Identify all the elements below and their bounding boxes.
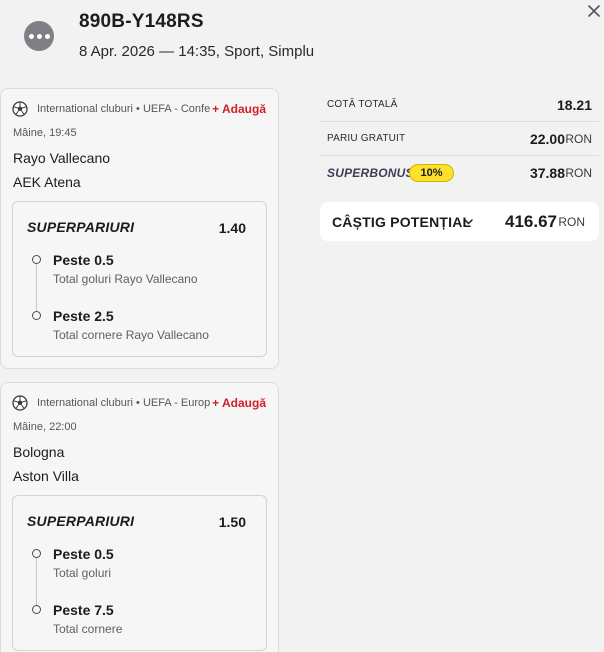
league-row: International cluburi • UEFA - Conferenc… (12, 101, 266, 117)
selection-bullet-icon (32, 255, 41, 264)
home-team: Rayo Vallecano (13, 150, 111, 166)
event-card: International cluburi • UEFA - Europa Le… (0, 382, 279, 652)
selection-market: Total goluri Rayo Vallecano (53, 272, 198, 286)
total-odds-value: 18.21 (556, 97, 592, 113)
selection-name: Peste 0.5 (53, 252, 114, 268)
free-bet-label: PARIU GRATUIT (327, 133, 406, 144)
superpariuri-box: SUPERPARIURI 1.40 Peste 0.5 Total goluri… (12, 201, 267, 357)
superpariuri-box: SUPERPARIURI 1.50 Peste 0.5 Total goluri… (12, 495, 267, 651)
soccer-ball-icon (12, 395, 28, 411)
potential-win-label: CÂȘTIG POTENȚIAL (332, 214, 472, 230)
superpariuri-title: SUPERPARIURI (27, 513, 135, 529)
superpariuri-odd: 1.50 (218, 514, 246, 530)
add-button[interactable]: + Adaugă (210, 396, 266, 410)
away-team: Aston Villa (13, 468, 79, 484)
ticket-header: 890B-Y148RS 8 Apr. 2026 — 14:35, Sport, … (0, 0, 604, 86)
superpariuri-odd: 1.40 (218, 220, 246, 236)
superbonus-currency: RON (565, 166, 592, 180)
selection-name: Peste 7.5 (53, 602, 114, 618)
total-odds-row: COTĂ TOTALĂ 18.21 (320, 88, 599, 122)
selection-bullet-icon (32, 311, 41, 320)
free-bet-currency: RON (565, 132, 592, 146)
more-options-icon[interactable] (24, 21, 54, 51)
add-button[interactable]: + Adaugă (210, 102, 266, 116)
superbonus-label: SUPERBONUS (327, 166, 414, 180)
selection-bullet-icon (32, 549, 41, 558)
match-time: Mâine, 22:00 (13, 421, 77, 433)
match-time: Mâine, 19:45 (13, 127, 77, 139)
selection-market: Total cornere (53, 622, 123, 636)
home-team: Bologna (13, 444, 65, 460)
free-bet-value: 22.00 (529, 131, 565, 147)
ticket-meta: 8 Apr. 2026 — 14:35, Sport, Simplu (79, 43, 315, 60)
free-bet-row: PARIU GRATUIT 22.00 RON (320, 122, 599, 156)
superbonus-value: 37.88 (529, 165, 565, 181)
selection-name: Peste 0.5 (53, 546, 114, 562)
ticket-id: 890B-Y148RS (79, 11, 204, 32)
potential-win-panel[interactable]: CÂȘTIG POTENȚIAL 416.67 RON (320, 202, 599, 241)
soccer-ball-icon (12, 101, 28, 117)
total-odds-label: COTĂ TOTALĂ (327, 99, 398, 110)
selection-name: Peste 2.5 (53, 308, 114, 324)
selection-market: Total goluri (53, 566, 112, 580)
superbonus-badge: 10% (409, 164, 454, 182)
close-icon[interactable] (585, 2, 603, 20)
potential-win-currency: RON (558, 215, 585, 229)
selection-bullet-icon (32, 605, 41, 614)
potential-win-value: 416.67 (505, 212, 557, 231)
league-row: International cluburi • UEFA - Europa Le… (12, 395, 266, 411)
chevron-down-icon[interactable] (463, 216, 474, 227)
selection-market: Total cornere Rayo Vallecano (53, 328, 209, 342)
superbonus-row: SUPERBONUS 10% 37.88 RON (320, 156, 599, 190)
superpariuri-title: SUPERPARIURI (27, 219, 135, 235)
event-card: International cluburi • UEFA - Conferenc… (0, 88, 279, 369)
away-team: AEK Atena (13, 174, 81, 190)
